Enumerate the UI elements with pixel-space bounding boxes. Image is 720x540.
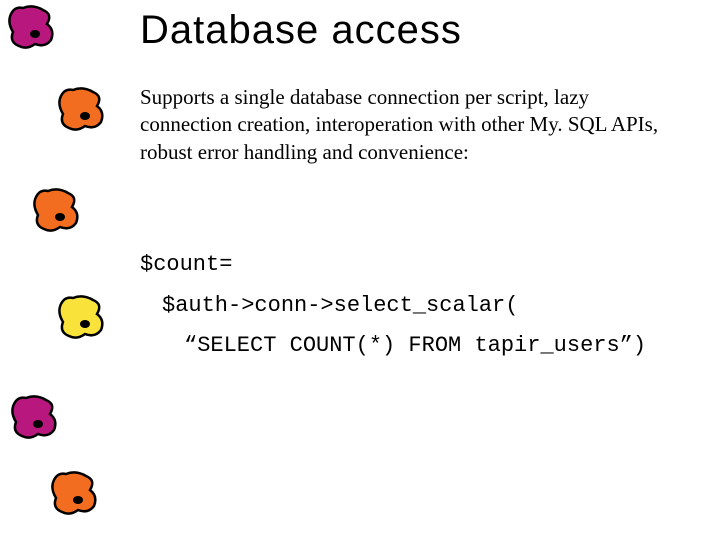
bullet-icon-5 — [8, 392, 62, 442]
bullet-icon-4 — [55, 292, 109, 342]
bullet-icon-6 — [48, 468, 102, 518]
code-line-1: $count= — [140, 245, 646, 286]
bullet-icon-2 — [55, 84, 109, 134]
code-block: $count= $auth->conn->select_scalar( “SEL… — [140, 245, 646, 367]
code-line-2: $auth->conn->select_scalar( — [140, 286, 646, 327]
slide-title: Database access — [140, 8, 462, 53]
slide-body: Supports a single database connection pe… — [140, 84, 680, 166]
bullet-icon-3 — [30, 185, 84, 235]
bullet-icon-1 — [5, 2, 59, 52]
code-line-3: “SELECT COUNT(*) FROM tapir_users”) — [140, 326, 646, 367]
